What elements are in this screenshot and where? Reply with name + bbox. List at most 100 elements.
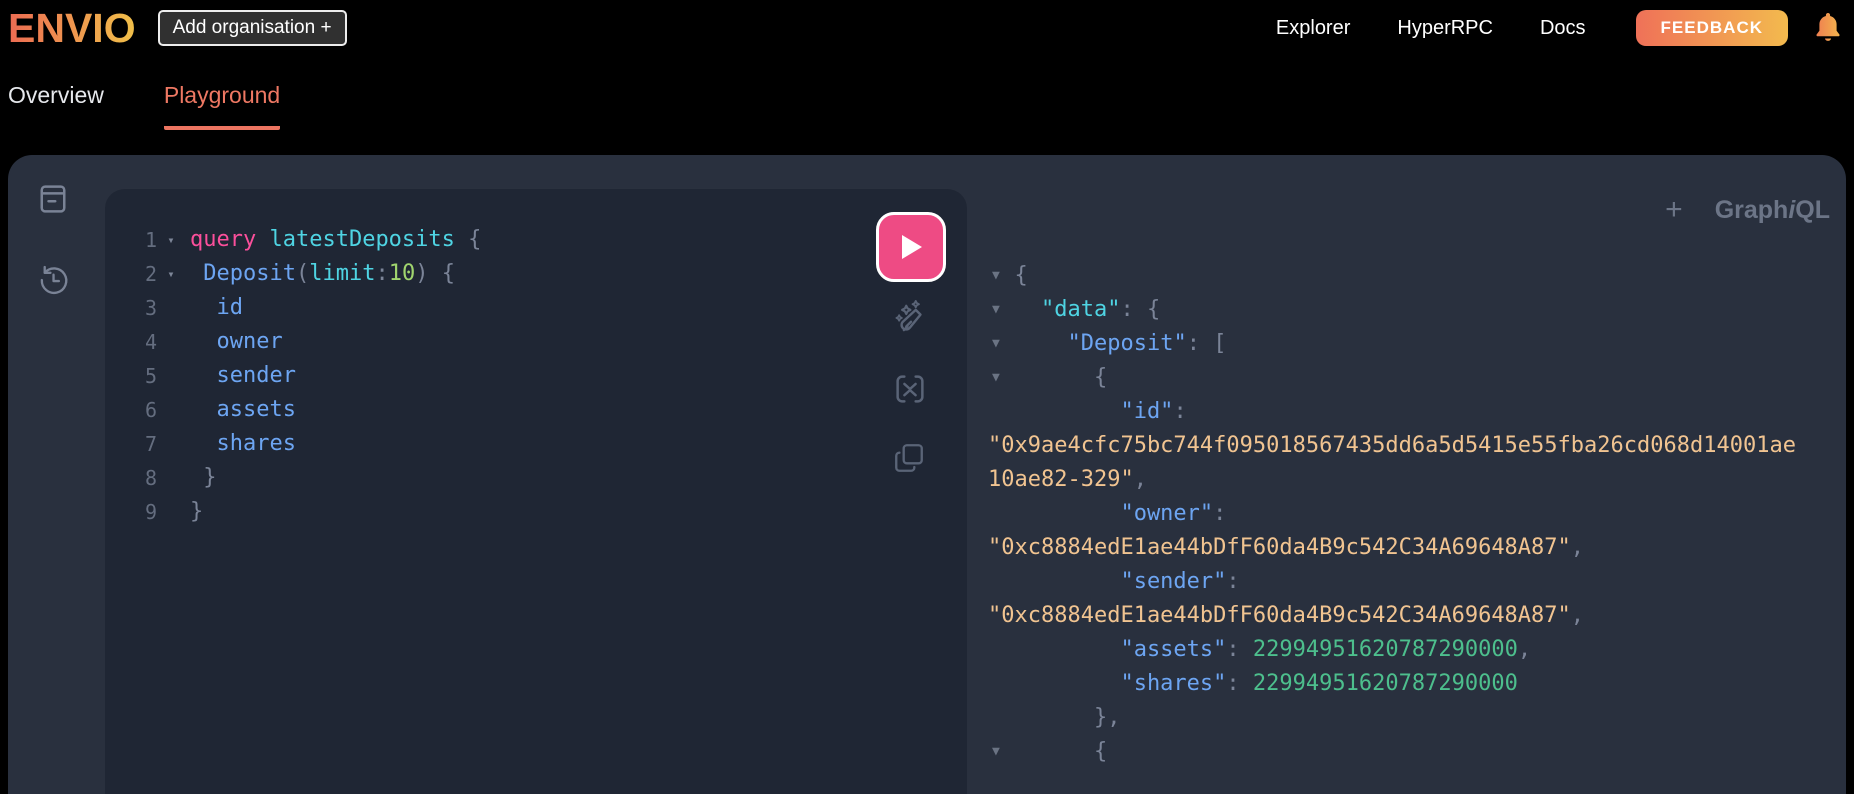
prettify-icon[interactable] [892, 298, 930, 336]
page-tabs: Overview Playground [8, 82, 281, 130]
code-token: 22994951620787290000 [1252, 671, 1518, 696]
fold-arrow-icon[interactable]: ▾ [157, 257, 185, 291]
code-token: "shares" [988, 671, 1227, 696]
code-token: , [1517, 637, 1532, 662]
response-line: }, [988, 701, 1846, 735]
code-token: id [190, 295, 243, 320]
nav-link-explorer[interactable]: Explorer [1276, 17, 1350, 40]
response-lines: ▼ {▼ "data": {▼ "Deposit": [▼ { "id": "0x… [988, 259, 1846, 769]
code-token: sender [190, 363, 296, 388]
response-line: ▼ "data": { [988, 293, 1846, 327]
add-tab-plus-icon[interactable]: + [1665, 195, 1683, 225]
code-token: ( [295, 261, 310, 286]
merge-fragments-icon[interactable] [892, 371, 930, 409]
code-line-content: query latestDeposits { [190, 223, 481, 257]
response-line: "shares": 22994951620787290000 [988, 667, 1846, 701]
line-number: 8 [144, 466, 157, 490]
fold-arrow-icon[interactable]: ▼ [992, 361, 1000, 395]
line-number: 3 [144, 296, 157, 320]
code-line-content: id [190, 291, 243, 325]
code-token: Deposit [203, 261, 296, 286]
response-line: ▼ { [988, 361, 1846, 395]
app-header: ENVIO Add organisation + Explorer HyperR… [0, 0, 1854, 50]
response-line: "0xc8884edE1ae44bDfF60da4B9c542C34A69648… [988, 531, 1846, 565]
query-code-line[interactable]: 6 assets [105, 393, 967, 427]
query-code-line[interactable]: 3 id [105, 291, 967, 325]
code-token: assets [190, 397, 296, 422]
response-line: "0xc8884edE1ae44bDfF60da4B9c542C34A69648… [988, 599, 1846, 633]
fold-arrow-spacer [157, 393, 185, 427]
execute-query-button[interactable] [876, 212, 946, 282]
graphiql-logo-part1: Graph [1714, 195, 1789, 224]
play-icon [902, 235, 922, 259]
query-code-line[interactable]: 4 owner [105, 325, 967, 359]
fold-arrow-icon[interactable]: ▼ [992, 735, 1000, 769]
query-editor-lines: 1 ▾ query latestDeposits {2 ▾ Deposit(limit… [105, 189, 967, 529]
response-line: ▼ { [988, 735, 1846, 769]
query-code-line[interactable]: 8 } [105, 461, 967, 495]
code-token: "id" [988, 399, 1174, 424]
code-token: 10 [388, 261, 416, 286]
fold-arrow-spacer [157, 461, 185, 495]
graphiql-logo-part3: QL [1795, 195, 1830, 224]
header-nav: Explorer HyperRPC Docs [1276, 17, 1586, 40]
query-code-line[interactable]: 5 sender [105, 359, 967, 393]
response-line: "assets": 22994951620787290000, [988, 633, 1846, 667]
response-line: "sender": [988, 565, 1846, 599]
code-token: "0x9ae4cfc75bc744f095018567435dd6a5d5415… [988, 433, 1796, 458]
response-line: "id": [988, 395, 1846, 429]
fold-arrow-icon[interactable]: ▼ [992, 293, 1000, 327]
copy-icon[interactable] [892, 441, 930, 479]
fold-arrow-spacer [157, 325, 185, 359]
code-token: : [1173, 399, 1187, 424]
response-line: ▼ "Deposit": [ [988, 327, 1846, 361]
code-token: }, [988, 705, 1121, 730]
fold-arrow-spacer [157, 359, 185, 393]
fold-arrow-icon[interactable]: ▾ [157, 223, 185, 257]
tab-overview[interactable]: Overview [8, 82, 104, 130]
fold-arrow-icon[interactable]: ▼ [992, 259, 1000, 293]
code-token: 22994951620787290000 [1252, 637, 1518, 662]
add-organisation-button[interactable]: Add organisation + [157, 10, 347, 46]
feedback-button[interactable]: FEEDBACK [1635, 10, 1788, 46]
query-code-line[interactable]: 1 ▾ query latestDeposits { [105, 223, 967, 257]
query-code-line[interactable]: 2 ▾ Deposit(limit:10) { [105, 257, 967, 291]
envio-logo[interactable]: ENVIO [8, 7, 136, 49]
code-line-content: shares [190, 427, 295, 461]
graphiql-logo: GraphiQL [1715, 196, 1830, 225]
code-token: 10ae82-329" [988, 467, 1134, 492]
fold-arrow-spacer [157, 495, 185, 529]
response-line: ▼ { [988, 259, 1846, 293]
fold-arrow-icon[interactable]: ▼ [992, 327, 1000, 361]
code-line-content: } [190, 495, 203, 529]
playground-container: 1 ▾ query latestDeposits {2 ▾ Deposit(limit… [8, 155, 1846, 794]
response-line: "0x9ae4cfc75bc744f095018567435dd6a5d5415… [988, 429, 1846, 463]
nav-link-docs[interactable]: Docs [1540, 17, 1586, 40]
tab-playground[interactable]: Playground [163, 82, 281, 130]
docs-icon[interactable] [35, 181, 71, 217]
code-token: : [ [1186, 331, 1227, 356]
bell-icon[interactable] [1812, 11, 1844, 45]
code-line-content: } [190, 461, 216, 495]
code-token: : [1213, 501, 1227, 526]
response-line: 10ae82-329", [988, 463, 1846, 497]
code-token: , [1133, 467, 1147, 492]
line-number: 5 [144, 364, 157, 388]
code-token: "assets" [988, 637, 1227, 662]
code-token: "0xc8884edE1ae44bDfF60da4B9c542C34A69648… [988, 603, 1571, 628]
code-token: : [1226, 671, 1253, 696]
code-token: : { [1120, 297, 1161, 322]
code-token: latestDeposits [256, 227, 455, 252]
line-number: 1 [144, 228, 157, 252]
code-token: "sender" [988, 569, 1227, 594]
query-code-line[interactable]: 9} [105, 495, 967, 529]
line-number: 9 [144, 500, 157, 524]
line-number: 6 [144, 398, 157, 422]
query-code-line[interactable]: 7 shares [105, 427, 967, 461]
code-line-content: Deposit(limit:10) { [190, 257, 455, 291]
code-token: : [1226, 637, 1253, 662]
query-editor-panel[interactable]: 1 ▾ query latestDeposits {2 ▾ Deposit(limit… [105, 188, 967, 794]
nav-link-hyperrpc[interactable]: HyperRPC [1397, 17, 1493, 40]
history-icon[interactable] [36, 263, 70, 297]
